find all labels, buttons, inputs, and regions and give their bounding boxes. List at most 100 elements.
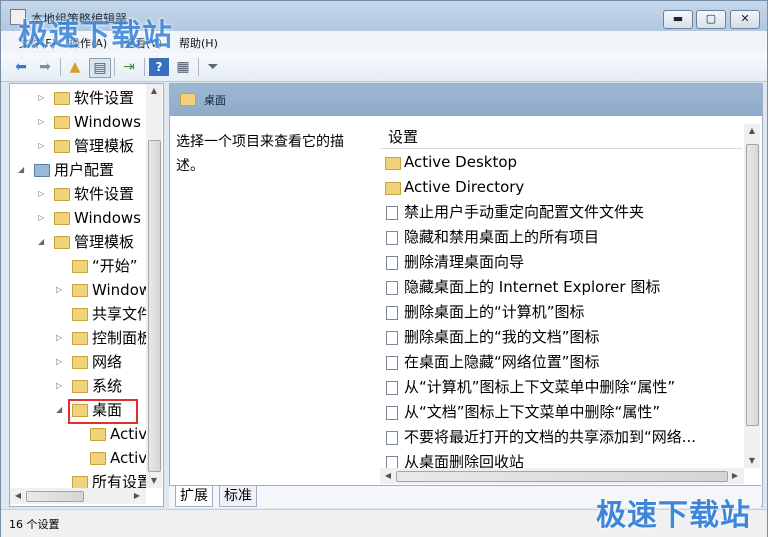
list-item-label: 删除桌面上的“计算机”图标 <box>404 303 585 321</box>
tree-item[interactable]: Activ <box>10 422 148 446</box>
expanded-arrow-icon[interactable]: ◢ <box>56 398 66 422</box>
tree-hscroll-thumb[interactable] <box>26 491 84 502</box>
expanded-arrow-icon[interactable]: ◢ <box>38 230 48 254</box>
close-button[interactable]: ✕ <box>730 10 760 29</box>
forward-arrow-icon[interactable]: ➡ <box>35 58 55 76</box>
scroll-right-arrow-icon[interactable]: ▶ <box>730 471 740 480</box>
up-folder-icon[interactable]: ▲ <box>65 58 85 76</box>
policy-list-item[interactable]: 隐藏桌面上的 Internet Explorer 图标 <box>380 275 742 300</box>
policy-list-item[interactable]: 删除清理桌面向导 <box>380 250 742 275</box>
maximize-button[interactable]: ▢ <box>696 10 726 29</box>
policy-list-item[interactable]: 从“文档”图标上下文菜单中删除“属性” <box>380 400 742 425</box>
policy-setting-icon <box>386 206 398 220</box>
collapsed-arrow-icon[interactable]: ▷ <box>38 206 48 230</box>
expanded-arrow-icon[interactable]: ◢ <box>18 158 28 182</box>
collapsed-arrow-icon[interactable]: ▷ <box>38 110 48 134</box>
tree-item[interactable]: ▷ 系统 <box>10 374 146 398</box>
tree-pane[interactable]: ▷ 软件设置 ▷ Windows ▷ 管理模板 ◢ 用户配置 ▷ 软件设置 ▷ Windows ◢ 管理模… <box>9 83 164 507</box>
tree-scroll-thumb[interactable] <box>148 140 161 472</box>
tree-item[interactable]: ◢ 用户配置 <box>10 158 146 182</box>
policy-list-item[interactable]: 从“计算机”图标上下文菜单中删除“属性” <box>380 375 742 400</box>
policy-list-item[interactable]: 禁止用户手动重定向配置文件文件夹 <box>380 200 742 225</box>
policy-list-item[interactable]: 从桌面删除回收站 <box>380 450 742 468</box>
tree-item[interactable]: “开始” <box>10 254 146 278</box>
policy-setting-icon <box>386 406 398 420</box>
policy-list-item[interactable]: 删除桌面上的“我的文档”图标 <box>380 325 742 350</box>
folder-icon <box>54 236 70 249</box>
properties-icon[interactable]: ▦ <box>173 58 193 76</box>
toolbar-separator <box>60 58 61 76</box>
tree-item[interactable]: ▷ 控制面板 <box>10 326 152 350</box>
tree-item-label: 软件设置 <box>74 185 135 203</box>
collapsed-arrow-icon[interactable]: ▷ <box>38 86 48 110</box>
policy-list-item[interactable]: 在桌面上隐藏“网络位置”图标 <box>380 350 742 375</box>
tree-item[interactable]: ▷ 软件设置 <box>10 182 146 206</box>
policy-setting-icon <box>386 281 398 295</box>
scroll-up-arrow-icon[interactable]: ▲ <box>744 126 760 135</box>
tree-item[interactable]: 共享文件 <box>10 302 152 326</box>
export-list-icon[interactable]: ⇥ <box>119 58 139 76</box>
scroll-left-arrow-icon[interactable]: ◀ <box>13 491 23 500</box>
tree-item[interactable]: Activ <box>10 446 147 470</box>
tree-horizontal-scrollbar[interactable]: ◀ ▶ <box>10 488 146 504</box>
scroll-down-arrow-icon[interactable]: ▼ <box>146 476 162 485</box>
tree-item-label: 系统 <box>92 377 123 395</box>
list-scroll-thumb[interactable] <box>746 144 759 426</box>
policy-list-item[interactable]: 不要将最近打开的文档的共享添加到“网络... <box>380 425 742 450</box>
tree-item[interactable]: ▷ 网络 <box>10 350 146 374</box>
watermark-bottom: 极速下载站 <box>596 498 751 533</box>
list-hscroll-thumb[interactable] <box>396 471 728 482</box>
scroll-up-arrow-icon[interactable]: ▲ <box>146 86 162 95</box>
policy-list-item[interactable]: 隐藏和禁用桌面上的所有项目 <box>380 225 742 250</box>
settings-pane: 桌面 选择一个项目来查看它的描述。 设置 Active Desktop Activ… <box>169 83 763 507</box>
tree-item[interactable]: ▷ 管理模板 <box>10 134 146 158</box>
collapsed-arrow-icon[interactable]: ▷ <box>56 350 66 374</box>
tree-item-label: 网络 <box>92 353 123 371</box>
tree-vertical-scrollbar[interactable]: ▲ ▼ <box>146 84 162 488</box>
tree-item[interactable]: ◢ 桌面 <box>10 398 146 424</box>
scroll-right-arrow-icon[interactable]: ▶ <box>132 491 142 500</box>
tree-item-label: 用户配置 <box>54 161 115 179</box>
collapsed-arrow-icon[interactable]: ▷ <box>38 134 48 158</box>
folder-list-item[interactable]: Active Desktop <box>380 150 742 175</box>
policy-setting-icon <box>386 381 398 395</box>
policy-setting-icon <box>386 456 398 468</box>
tree-item[interactable]: ▷ Window <box>10 278 151 302</box>
scroll-left-arrow-icon[interactable]: ◀ <box>383 471 393 480</box>
folder-icon <box>180 93 196 106</box>
folder-list-item[interactable]: Active Directory <box>380 175 742 200</box>
collapsed-arrow-icon[interactable]: ▷ <box>38 182 48 206</box>
tree-item-label: 共享文件 <box>92 305 153 323</box>
minimize-button[interactable]: ▬ <box>663 10 693 29</box>
back-arrow-icon[interactable]: ⬅ <box>11 58 31 76</box>
tab-extended[interactable]: 扩展 <box>175 486 213 507</box>
help-icon[interactable]: ? <box>149 58 169 76</box>
tree-item[interactable]: ▷ Windows <box>10 110 146 134</box>
policy-setting-icon <box>386 431 398 445</box>
tree-item-label: 管理模板 <box>74 137 135 155</box>
tree-item-label: Activ <box>110 425 148 443</box>
tab-standard[interactable]: 标准 <box>219 486 257 507</box>
policy-setting-icon <box>386 256 398 270</box>
list-horizontal-scrollbar[interactable]: ◀ ▶ <box>380 468 744 484</box>
scroll-down-arrow-icon[interactable]: ▼ <box>744 456 760 465</box>
column-header-settings[interactable]: 设置 <box>380 124 742 149</box>
collapsed-arrow-icon[interactable]: ▷ <box>56 278 66 302</box>
tree-item[interactable]: ◢ 管理模板 <box>10 230 146 254</box>
tree-item[interactable]: ▷ 软件设置 <box>10 86 146 110</box>
list-vertical-scrollbar[interactable]: ▲ ▼ <box>744 124 760 468</box>
toolbar-separator <box>198 58 199 76</box>
menu-help[interactable]: 帮助(H) <box>179 35 218 51</box>
tree-item-label: “开始” <box>92 257 138 275</box>
policy-setting-icon <box>386 331 398 345</box>
policy-list-item[interactable]: 删除桌面上的“计算机”图标 <box>380 300 742 325</box>
show-hide-tree-icon[interactable]: ▤ <box>89 58 111 78</box>
tree-item[interactable]: ▷ Windows <box>10 206 146 230</box>
watermark-top: 极速下载站 <box>18 18 173 53</box>
list-item-label: 禁止用户手动重定向配置文件文件夹 <box>404 203 645 221</box>
collapsed-arrow-icon[interactable]: ▷ <box>56 326 66 350</box>
list-item-label: 从“文档”图标上下文菜单中删除“属性” <box>404 403 661 421</box>
collapsed-arrow-icon[interactable]: ▷ <box>56 374 66 398</box>
list-item-label: 从桌面删除回收站 <box>404 453 525 468</box>
filter-icon[interactable]: ⏷ <box>203 58 223 76</box>
